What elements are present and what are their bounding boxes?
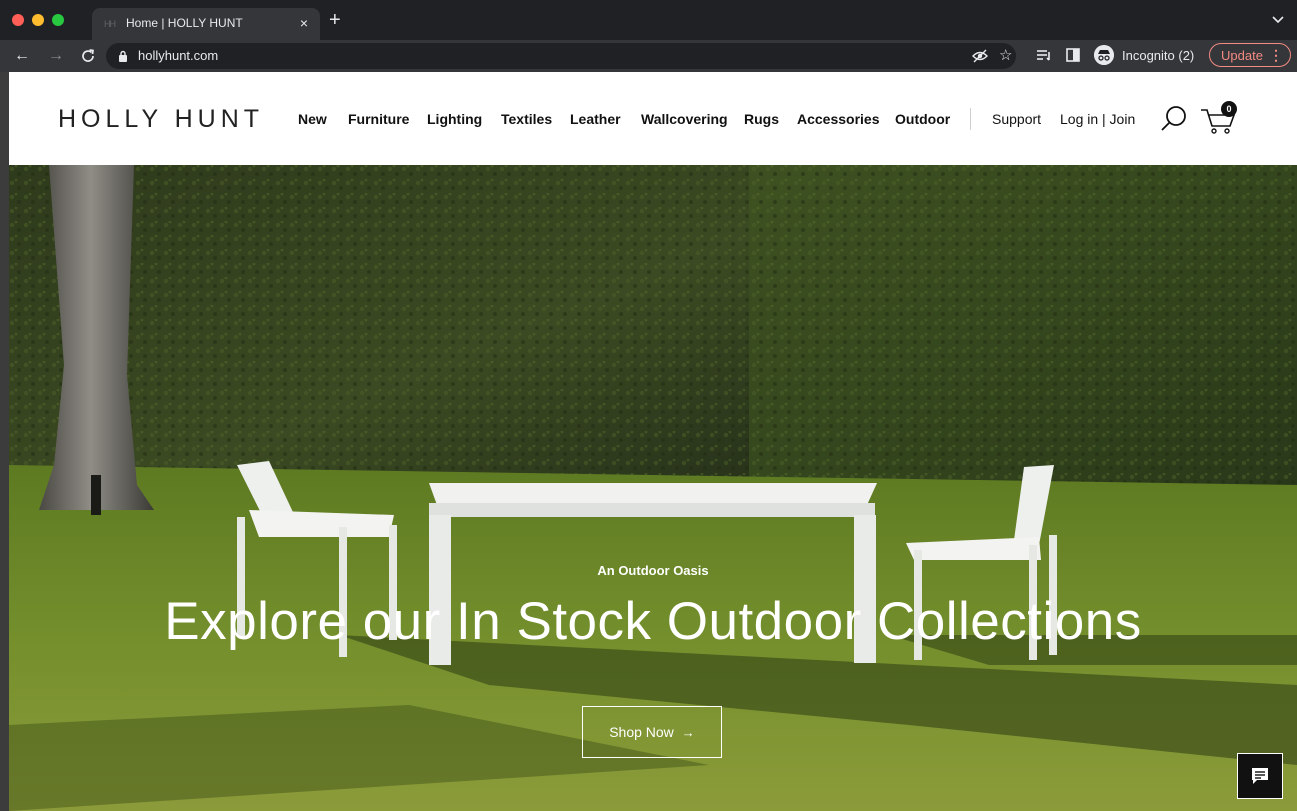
maximize-window-button[interactable] [52,14,64,26]
more-menu-icon[interactable]: ⋮ [1269,47,1283,64]
site-favicon-icon: HH [104,19,116,29]
nav-item-wallcovering[interactable]: Wallcovering [641,111,728,127]
tab-close-icon[interactable]: × [300,14,308,32]
nav-item-accessories[interactable]: Accessories [797,111,880,127]
nav-item-lighting[interactable]: Lighting [427,111,482,127]
chat-button[interactable] [1237,753,1283,799]
shop-now-label: Shop Now [609,724,674,740]
lock-icon[interactable] [118,50,128,62]
site-header: HOLLY HUNT New Furniture Lighting Textil… [9,72,1297,165]
login-join-link[interactable]: Log in | Join [1060,111,1135,127]
side-panel-icon[interactable] [1066,48,1080,62]
hero-banner: An Outdoor Oasis Explore our In Stock Ou… [9,165,1297,811]
tracking-blocked-eye-icon[interactable] [972,48,988,64]
nav-item-outdoor[interactable]: Outdoor [895,111,950,127]
cart-count-badge: 0 [1221,101,1237,117]
update-button[interactable]: Update ⋮ [1209,43,1291,67]
browser-tab-active[interactable]: HH Home | HOLLY HUNT × [92,8,320,40]
bookmark-star-icon[interactable]: ☆ [999,47,1012,65]
forward-button[interactable]: → [48,47,64,65]
update-label: Update [1221,48,1263,63]
arrow-right-icon: → [681,725,695,740]
reload-icon[interactable] [80,48,96,64]
web-page: HOLLY HUNT New Furniture Lighting Textil… [9,72,1297,811]
browser-tab-bar: HH Home | HOLLY HUNT × + [0,0,1297,40]
shop-now-button[interactable]: Shop Now → [582,706,722,758]
tab-title: Home | HOLLY HUNT [126,16,243,30]
search-icon[interactable] [1159,104,1189,134]
back-button[interactable]: ← [14,47,30,65]
nav-item-new[interactable]: New [298,111,327,127]
nav-divider [970,108,971,130]
browser-toolbar: ← → hollyhunt.com ☆ Incognito (2) Update… [0,40,1297,72]
nav-item-furniture[interactable]: Furniture [348,111,409,127]
incognito-icon [1094,45,1114,65]
hero-eyebrow: An Outdoor Oasis [597,563,709,578]
nav-item-rugs[interactable]: Rugs [744,111,779,127]
new-tab-button[interactable]: + [329,10,341,30]
tab-search-chevron-icon[interactable] [1271,14,1285,24]
url-text[interactable]: hollyhunt.com [138,48,218,63]
minimize-window-button[interactable] [32,14,44,26]
hero-title: Explore our In Stock Outdoor Collections [164,592,1142,651]
reading-list-icon[interactable] [1036,48,1052,62]
close-window-button[interactable] [12,14,24,26]
chat-icon [1252,768,1268,784]
nav-item-leather[interactable]: Leather [570,111,621,127]
address-bar[interactable]: hollyhunt.com ☆ [106,43,1016,69]
nav-item-textiles[interactable]: Textiles [501,111,552,127]
site-logo[interactable]: HOLLY HUNT [58,105,264,134]
support-link[interactable]: Support [992,111,1041,127]
incognito-label: Incognito (2) [1122,48,1195,63]
